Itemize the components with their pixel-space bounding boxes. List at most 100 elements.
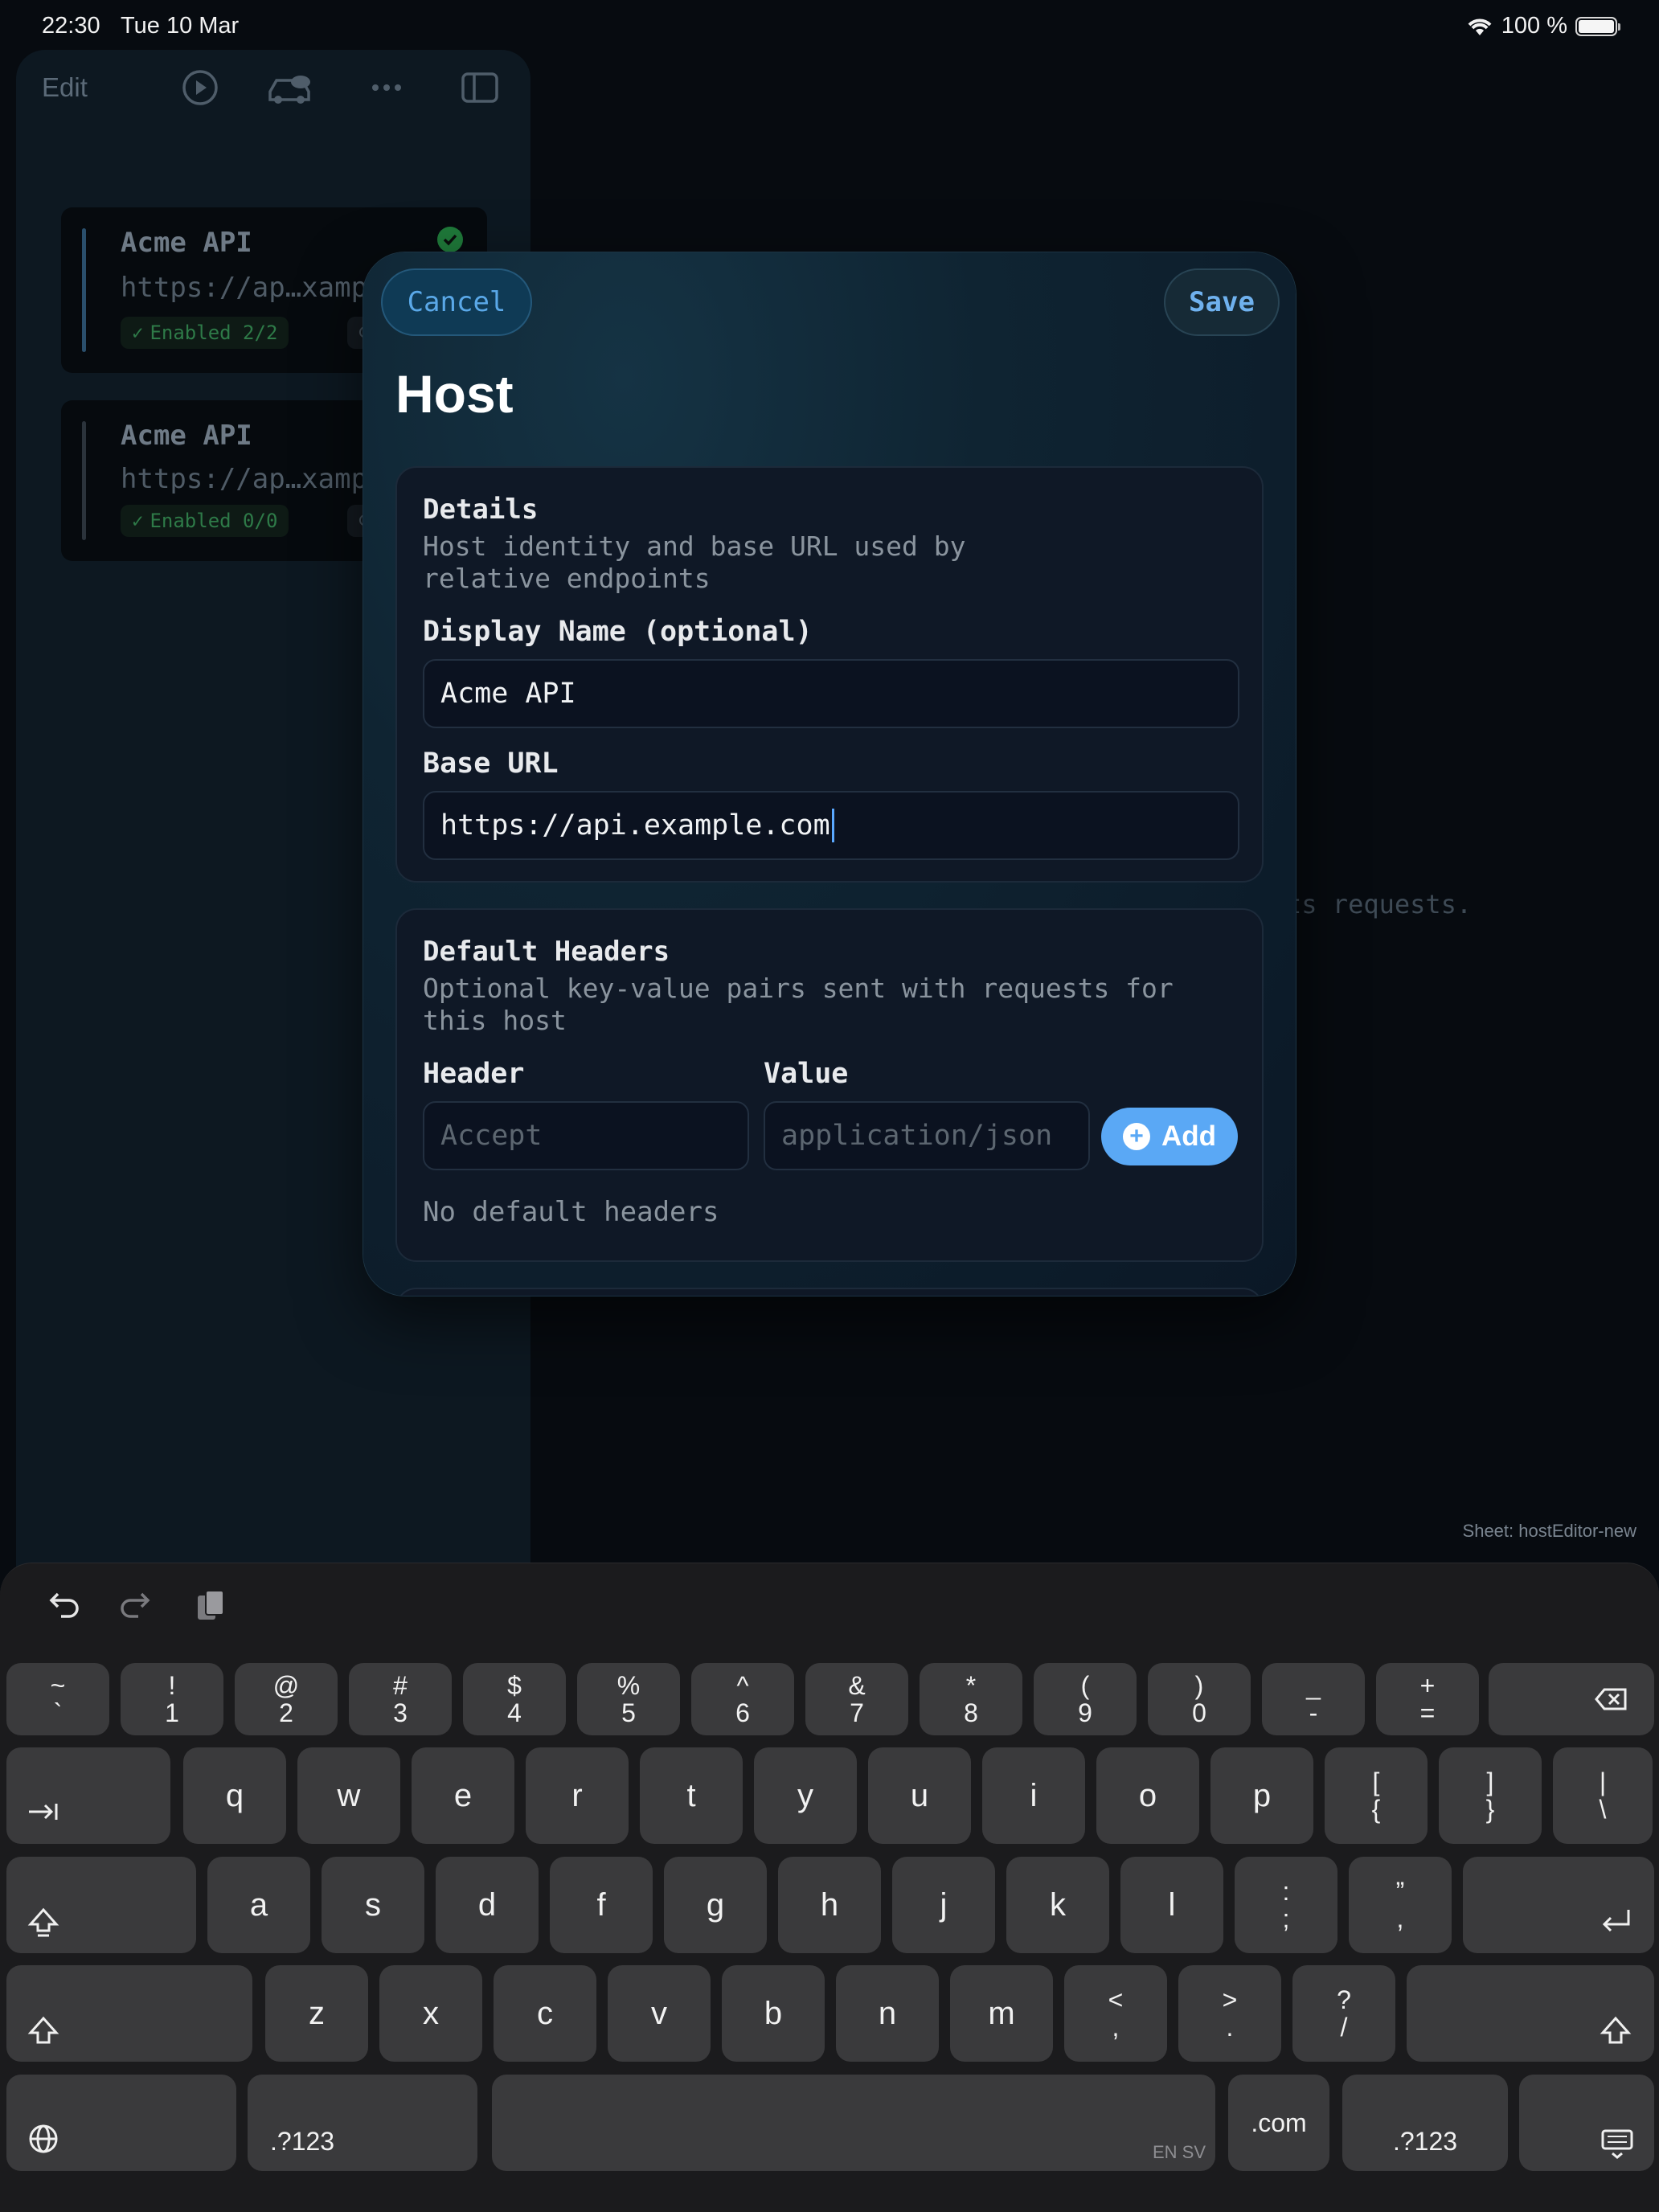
host-url: https://ap…xampl <box>121 272 384 304</box>
sheet-label: Sheet: hostEditor-new <box>1462 1521 1636 1541</box>
wifi-icon <box>1468 18 1492 35</box>
save-button[interactable]: Save <box>1164 268 1280 336</box>
display-name-label: Display Name (optional) <box>423 616 813 648</box>
status-date: Tue 10 Mar <box>121 13 240 39</box>
cloud-car-icon[interactable] <box>265 68 317 108</box>
default-headers-section: Default Headers Optional key-value pairs… <box>395 908 1264 1262</box>
key-d[interactable]: d <box>436 1857 539 1953</box>
status-bar: 22:30 Tue 10 Mar 100 % <box>0 0 1659 51</box>
key-h[interactable]: h <box>778 1857 881 1953</box>
key-5[interactable]: % 5 <box>577 1663 680 1735</box>
key-0[interactable]: ) 0 <box>1148 1663 1251 1735</box>
check-icon: ✓ <box>132 510 144 532</box>
plus-circle-icon: + <box>1122 1123 1150 1150</box>
key-g[interactable]: g <box>664 1857 767 1953</box>
host-url: https://ap…xampl <box>121 463 384 495</box>
key-j[interactable]: j <box>892 1857 995 1953</box>
sidebar-toggle-icon[interactable] <box>460 68 500 108</box>
key-v[interactable]: v <box>608 1965 711 2062</box>
key-p[interactable]: p <box>1210 1747 1313 1844</box>
base-url-field[interactable]: https://api.example.com <box>423 791 1239 860</box>
key-n[interactable]: n <box>836 1965 939 2062</box>
key-2[interactable]: @2 <box>235 1663 338 1735</box>
globe-icon <box>29 2124 58 2153</box>
keyboard-dismiss-icon <box>1601 2129 1633 2159</box>
key-6[interactable]: ^ 6 <box>691 1663 794 1735</box>
key-y[interactable]: y <box>754 1747 857 1844</box>
key-t[interactable]: t <box>640 1747 743 1844</box>
key-l[interactable]: l <box>1120 1857 1223 1953</box>
sidebar-toolbar: Edit <box>16 50 530 124</box>
empty-headers-text: No default headers <box>423 1196 719 1228</box>
key-x[interactable]: x <box>379 1965 482 2062</box>
numbers-key[interactable]: .?123 <box>248 2075 477 2171</box>
cancel-button[interactable]: Cancel <box>381 268 532 336</box>
language-indicator: EN SV <box>1152 2142 1206 2162</box>
key-punct-0[interactable]: :; <box>1235 1857 1337 1953</box>
edit-button[interactable]: Edit <box>42 72 88 103</box>
add-header-button[interactable]: + Add <box>1101 1108 1238 1165</box>
key-m[interactable]: m <box>950 1965 1053 2062</box>
key-8[interactable]: * 8 <box>920 1663 1022 1735</box>
key-c[interactable]: c <box>494 1965 596 2062</box>
key-punct2-0[interactable]: <, <box>1064 1965 1167 2062</box>
check-circle-icon <box>437 227 463 252</box>
key-punct2-1[interactable]: >. <box>1178 1965 1281 2062</box>
key-4[interactable]: $4 <box>463 1663 566 1735</box>
key-punct-1[interactable]: ”, <box>1349 1857 1452 1953</box>
more-icon[interactable] <box>367 68 407 108</box>
space-bar[interactable]: EN SV <box>492 2075 1215 2171</box>
key-e[interactable]: e <box>412 1747 514 1844</box>
onscreen-keyboard: ~ `! 1 @2 #3 $4% 5 ^ 6 & 7 * 8(9) 0 _ - + = q w e r t y u i o p[{]}… <box>0 1563 1659 2212</box>
numbers-key[interactable]: .?123 <box>1342 2075 1508 2171</box>
return-key[interactable] <box>1463 1857 1654 1953</box>
key-k[interactable]: k <box>1006 1857 1109 1953</box>
header-key-input[interactable]: Accept <box>423 1101 749 1170</box>
undo-icon[interactable] <box>42 1584 84 1626</box>
key-bracket-0[interactable]: [{ <box>1325 1747 1428 1844</box>
key-punct2-2[interactable]: ? / <box>1292 1965 1395 2062</box>
key-3[interactable]: #3 <box>349 1663 452 1735</box>
tab-key[interactable] <box>6 1747 170 1844</box>
key-b[interactable]: b <box>722 1965 825 2062</box>
host-name: Acme API <box>121 420 252 452</box>
redo-icon[interactable] <box>116 1584 158 1626</box>
key-=[interactable]: + = <box>1376 1663 1479 1735</box>
key-tilde[interactable]: ~ ` <box>6 1663 109 1735</box>
shift-key-right[interactable] <box>1407 1965 1654 2062</box>
dotcom-key[interactable]: .com <box>1228 2075 1329 2171</box>
shift-key-left[interactable] <box>6 1965 252 2062</box>
section-description: Optional key-value pairs sent with reque… <box>423 973 1174 1036</box>
key-u[interactable]: u <box>868 1747 971 1844</box>
key-o[interactable]: o <box>1096 1747 1199 1844</box>
key-z[interactable]: z <box>265 1965 368 2062</box>
dismiss-keyboard-key[interactable] <box>1519 2075 1654 2171</box>
key-9[interactable]: (9 <box>1034 1663 1137 1735</box>
key-w[interactable]: w <box>297 1747 400 1844</box>
key-r[interactable]: r <box>526 1747 629 1844</box>
detail-placeholder-text: ts requests. <box>1286 889 1473 920</box>
globe-key[interactable] <box>6 2075 236 2171</box>
key-bracket-1[interactable]: ]} <box>1439 1747 1542 1844</box>
paste-icon[interactable] <box>190 1584 231 1626</box>
delete-key[interactable] <box>1489 1663 1654 1735</box>
section-title: Details <box>423 494 539 526</box>
header-value-input[interactable]: application/json <box>764 1101 1090 1170</box>
key-s[interactable]: s <box>322 1857 424 1953</box>
play-icon[interactable] <box>180 68 220 108</box>
delete-icon <box>1595 1688 1627 1710</box>
key-i[interactable]: i <box>982 1747 1085 1844</box>
shift-icon <box>1600 2016 1632 2044</box>
battery-icon <box>1575 16 1620 36</box>
key--[interactable]: _ - <box>1262 1663 1365 1735</box>
key-f[interactable]: f <box>550 1857 653 1953</box>
key-7[interactable]: & 7 <box>805 1663 908 1735</box>
key-1[interactable]: ! 1 <box>121 1663 223 1735</box>
check-icon: ✓ <box>132 322 144 344</box>
display-name-field[interactable]: Acme API <box>423 659 1239 728</box>
caps-lock-key[interactable] <box>6 1857 196 1953</box>
key-q[interactable]: q <box>183 1747 286 1844</box>
key-bracket-2[interactable]: | \ <box>1553 1747 1653 1844</box>
key-a[interactable]: a <box>207 1857 310 1953</box>
tab-icon <box>29 1804 58 1820</box>
